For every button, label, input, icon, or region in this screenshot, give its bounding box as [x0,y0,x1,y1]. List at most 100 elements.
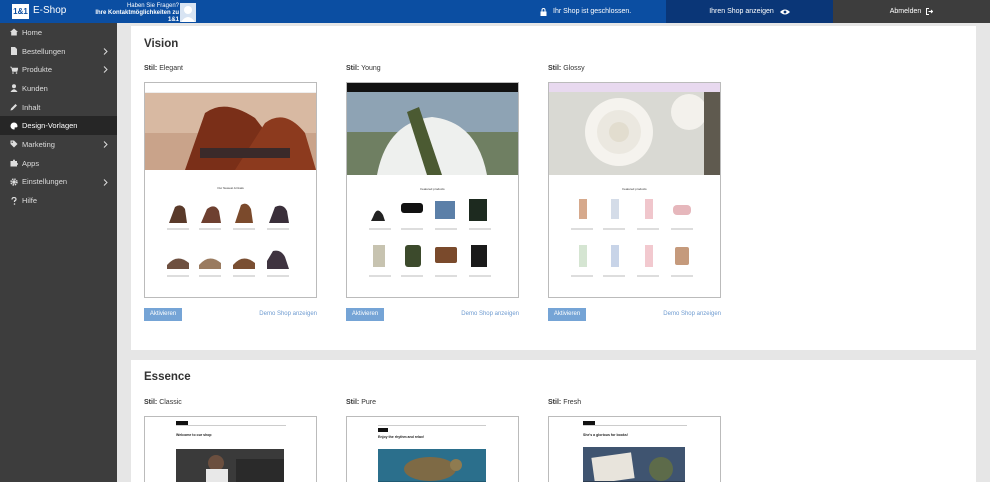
eye-icon [779,9,790,14]
template-preview-young[interactable]: Featured products [346,82,519,298]
user-icon [10,84,18,93]
chevron-right-icon [103,66,108,74]
template-preview-elegant[interactable]: Our Newest Arrivals [144,82,317,298]
hero-image [347,92,518,175]
activate-button[interactable]: Aktivieren [346,308,384,321]
shop-heading: Enjoy the rhythm and relax! [378,435,425,439]
style-prefix: Stil: [548,65,562,72]
shop-status-text: Ihr Shop ist geschlossen. [553,8,632,15]
template-preview-classic[interactable]: Welcome to our shop [144,416,317,482]
shop-heading: Featured products [622,187,647,191]
support-avatar-icon[interactable] [180,3,196,22]
view-shop-label: Ihren Shop anzeigen [709,8,774,15]
template-preview-pure[interactable]: Enjoy the rhythm and relax! [346,416,519,482]
logout-button[interactable]: Abmelden [833,0,990,23]
sidebar: Home Bestellungen Produkte Kunden Inhalt… [0,23,117,482]
sidebar-item-label: Home [22,27,43,37]
pencil-icon [10,104,17,111]
template-preview-fresh[interactable]: She's a glorious for books! [548,416,721,482]
logout-label: Abmelden [889,8,922,15]
puzzle-icon [10,159,18,167]
demo-shop-link[interactable]: Demo Shop anzeigen [641,311,721,317]
logout-icon [926,8,934,15]
home-icon [10,28,18,36]
section-title: Essence [144,371,191,383]
chevron-right-icon [103,47,108,55]
sidebar-item-kunden[interactable]: Kunden [0,79,117,98]
sidebar-item-label: Design-Vorlagen [22,121,78,131]
question-icon [11,196,17,205]
activate-button[interactable]: Aktivieren [548,308,586,321]
style-prefix: Stil: [346,65,360,72]
cart-icon [10,66,18,74]
sidebar-item-label: Kunden [22,83,48,93]
style-label: Stil: Elegant [144,65,183,72]
template-preview-glossy[interactable]: Featured products [548,82,721,298]
template-group-essence: Essence Stil: Classic Welcome to our sho… [131,360,976,482]
sidebar-item-inhalt[interactable]: Inhalt [0,98,117,117]
main-content: Vision Stil: Elegant Our Newest Arrivals [117,23,990,482]
style-name: Pure [361,399,376,406]
shop-heading: Featured products [420,187,445,191]
chevron-right-icon [103,178,108,186]
tag-icon [10,140,18,148]
sidebar-item-einstellungen[interactable]: Einstellungen [0,173,117,192]
gear-icon [10,178,18,186]
style-name: Elegant [159,65,183,72]
sidebar-item-design-vorlagen[interactable]: Design-Vorlagen [0,116,117,136]
hero-image [145,93,316,170]
shop-heading: She's a glorious for books! [583,433,628,437]
sidebar-item-apps[interactable]: Apps [0,154,117,173]
help-question: Haben Sie Fragen? [126,3,179,9]
app-name: E-Shop [33,5,67,16]
sidebar-item-marketing[interactable]: Marketing [0,135,117,154]
demo-shop-link[interactable]: Demo Shop anzeigen [439,311,519,317]
style-label: Stil: Young [346,65,381,72]
document-icon [11,47,17,56]
hero-image [583,447,685,482]
style-label: Stil: Glossy [548,65,585,72]
style-prefix: Stil: [346,399,360,406]
lock-icon [540,7,547,16]
style-label: Stil: Pure [346,399,376,406]
shop-heading: Welcome to our shop [176,433,212,437]
view-shop-button[interactable]: Ihren Shop anzeigen [666,0,833,23]
style-name: Classic [159,399,182,406]
section-title: Vision [144,38,179,50]
sidebar-item-label: Einstellungen [22,177,68,187]
sidebar-item-hilfe[interactable]: Hilfe [0,191,117,210]
hero-image [549,92,720,175]
sidebar-item-label: Produkte [22,65,53,75]
help-contact-link[interactable]: Haben Sie Fragen? Ihre Kontaktmöglichkei… [84,3,179,24]
palette-icon [10,122,18,130]
demo-shop-link[interactable]: Demo Shop anzeigen [237,311,317,317]
style-label: Stil: Fresh [548,399,581,406]
sidebar-item-bestellungen[interactable]: Bestellungen [0,42,117,61]
sidebar-item-label: Inhalt [22,102,41,112]
product-grid [369,199,491,277]
top-bar: 1&1 E-Shop Haben Sie Fragen? Ihre Kontak… [0,0,990,23]
chevron-right-icon [103,141,108,148]
shop-heading: Our Newest Arrivals [217,186,244,190]
sidebar-item-label: Bestellungen [22,46,66,56]
sidebar-item-produkte[interactable]: Produkte [0,60,117,79]
help-contact-options: Ihre Kontaktmöglichkeiten zu 1&1 [95,10,179,23]
template-group-vision: Vision Stil: Elegant Our Newest Arrivals [131,26,976,350]
style-name: Young [361,65,381,72]
brand-logo: 1&1 [12,4,29,19]
product-grid [167,203,289,277]
sidebar-item-home[interactable]: Home [0,23,117,42]
hero-image [378,449,486,482]
style-name: Fresh [563,399,582,406]
style-prefix: Stil: [144,399,158,406]
style-prefix: Stil: [144,65,158,72]
sidebar-item-label: Hilfe [22,196,38,206]
product-grid [571,199,693,277]
sidebar-item-label: Marketing [22,139,55,149]
shop-status: Ihr Shop ist geschlossen. [540,0,631,23]
activate-button[interactable]: Aktivieren [144,308,182,321]
sidebar-item-label: Apps [22,158,40,168]
style-label: Stil: Classic [144,399,182,406]
style-name: Glossy [563,65,585,72]
hero-image [176,449,284,482]
